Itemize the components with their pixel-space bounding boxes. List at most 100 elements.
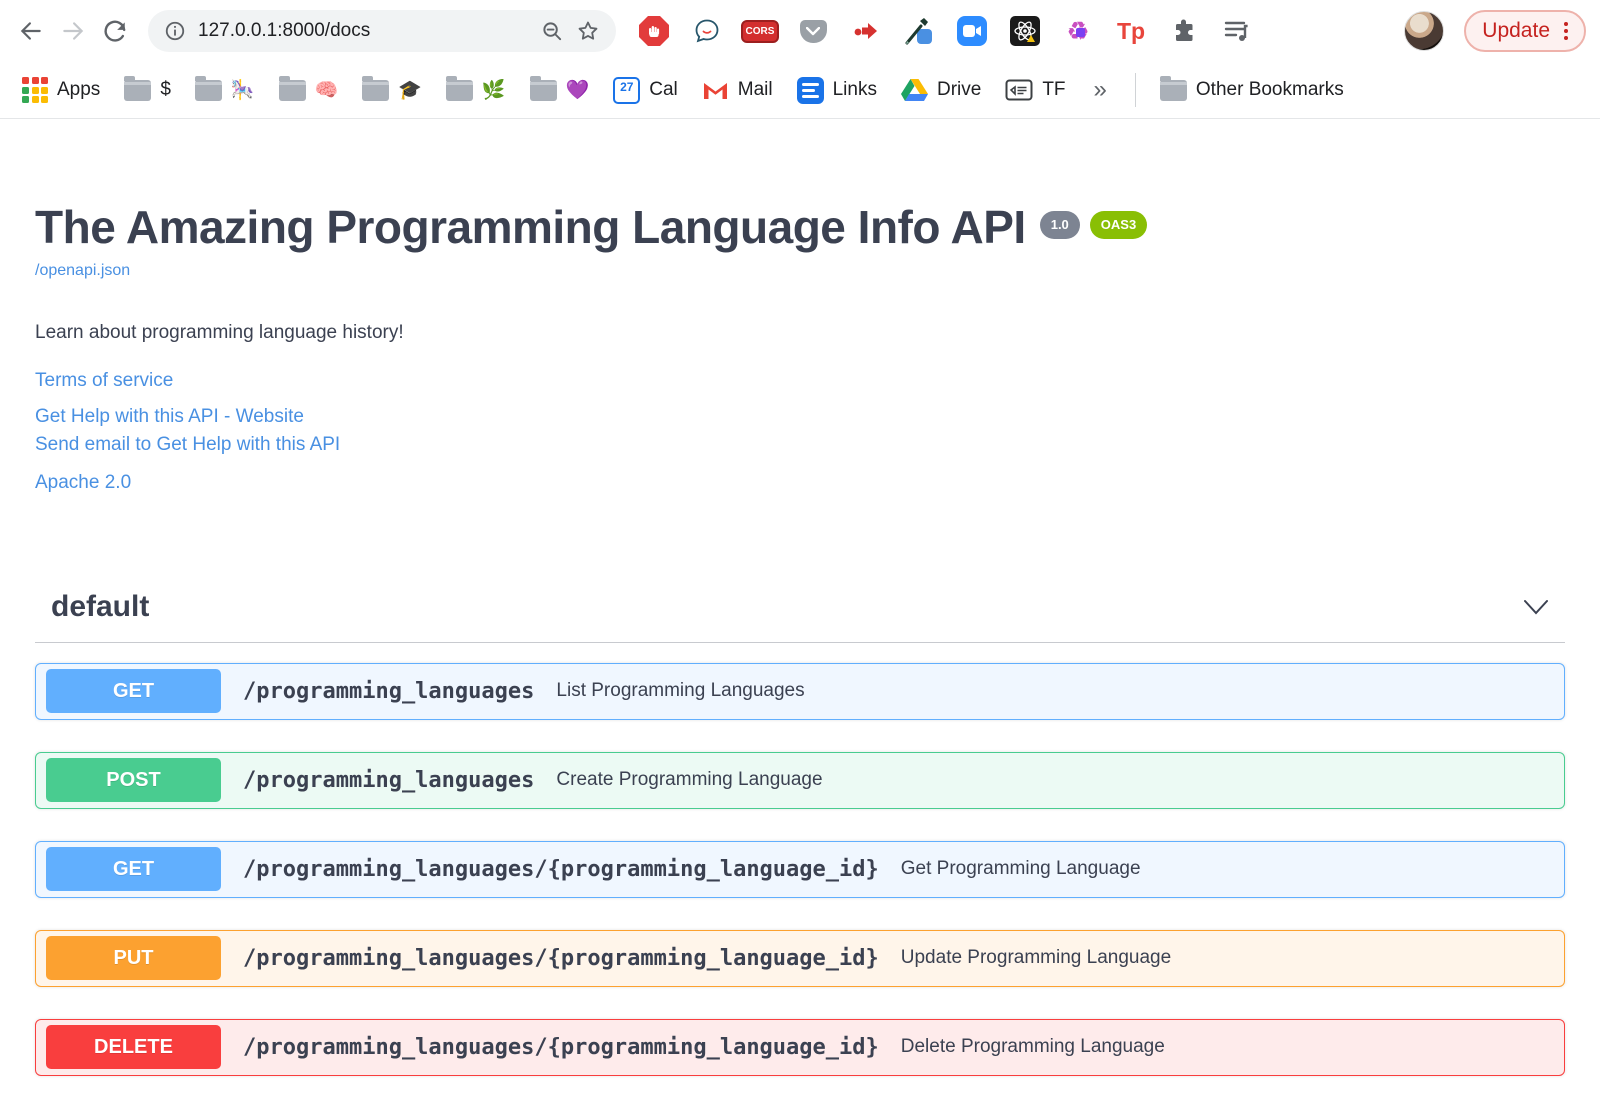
adblock-extension-icon[interactable] bbox=[638, 15, 670, 47]
eyedropper-extension-icon[interactable] bbox=[903, 15, 935, 47]
bookmark-folder-carousel[interactable]: 🎠 bbox=[189, 75, 261, 104]
license-link[interactable]: Apache 2.0 bbox=[35, 472, 1565, 494]
openapi-json-link[interactable]: /openapi.json bbox=[35, 262, 130, 280]
playlist-extension-icon[interactable] bbox=[1221, 15, 1253, 47]
bookmark-label: 🌿 bbox=[481, 80, 506, 101]
share-arrow-icon bbox=[854, 23, 877, 39]
cors-badge: CORS bbox=[740, 19, 780, 43]
bookmark-links[interactable]: Links bbox=[791, 75, 883, 106]
api-description: Learn about programming language history… bbox=[35, 321, 404, 343]
browser-menu-icon[interactable] bbox=[1564, 22, 1568, 40]
reload-icon bbox=[104, 20, 126, 42]
operation-row[interactable]: PUT /programming_languages/{programming_… bbox=[35, 929, 1565, 987]
zoom-extension-icon[interactable] bbox=[956, 15, 988, 47]
playlist-music-icon bbox=[1224, 21, 1248, 41]
folder-icon bbox=[445, 75, 473, 101]
react-devtools-extension-icon[interactable] bbox=[1009, 15, 1041, 47]
profile-avatar[interactable] bbox=[1404, 11, 1445, 51]
extension-icons: CORS ♻ Tp bbox=[638, 15, 1386, 47]
pocket-icon bbox=[799, 19, 827, 43]
operation-row[interactable]: POST /programming_languages Create Progr… bbox=[35, 751, 1565, 809]
folder-icon bbox=[124, 75, 152, 101]
endpoint-summary: List Programming Languages bbox=[556, 680, 805, 702]
recycle-flower-icon: ♻ bbox=[1066, 18, 1089, 44]
other-bookmarks[interactable]: Other Bookmarks bbox=[1154, 75, 1350, 103]
endpoint-path: /programming_languages/{programming_lang… bbox=[243, 945, 879, 971]
api-header: The Amazing Programming Language Info AP… bbox=[35, 201, 1565, 254]
gmail-icon bbox=[703, 82, 727, 99]
bookmark-label: Mail bbox=[737, 79, 773, 100]
method-badge[interactable]: GET bbox=[46, 847, 221, 892]
page-info-icon[interactable] bbox=[164, 20, 186, 42]
operation-row[interactable]: GET /programming_languages/{programming_… bbox=[35, 840, 1565, 898]
tp-extension-icon[interactable]: Tp bbox=[1115, 15, 1147, 47]
react-atom-icon bbox=[1010, 16, 1040, 46]
folder-icon bbox=[362, 75, 390, 101]
calendar-icon: 27 bbox=[613, 76, 641, 104]
cors-extension-icon[interactable]: CORS bbox=[740, 15, 780, 47]
method-badge[interactable]: POST bbox=[46, 758, 221, 803]
endpoint-summary: Get Programming Language bbox=[900, 858, 1141, 880]
bookmark-folder-herb[interactable]: 🌿 bbox=[440, 75, 512, 104]
bookmarks-overflow-button[interactable]: » bbox=[1084, 76, 1117, 104]
endpoint-summary: Delete Programming Language bbox=[900, 1036, 1165, 1058]
bookmark-apps[interactable]: Apps bbox=[16, 75, 106, 105]
back-button[interactable] bbox=[14, 14, 48, 48]
eyedropper-icon bbox=[905, 18, 932, 45]
bookmark-folder-brain[interactable]: 🧠 bbox=[273, 75, 345, 104]
back-arrow-icon bbox=[20, 22, 41, 40]
terms-of-service-link[interactable]: Terms of service bbox=[35, 370, 1565, 392]
swagger-page: The Amazing Programming Language Info AP… bbox=[0, 201, 1600, 1076]
operation-row[interactable]: GET /programming_languages List Programm… bbox=[35, 662, 1565, 720]
stop-hand-icon bbox=[639, 16, 669, 46]
api-badges: 1.0 OAS3 bbox=[1039, 211, 1148, 240]
reload-button[interactable] bbox=[98, 14, 132, 48]
update-button[interactable]: Update bbox=[1464, 10, 1586, 52]
folder-icon bbox=[194, 75, 222, 101]
operations-list: GET /programming_languages List Programm… bbox=[35, 662, 1565, 1076]
tf-card-icon bbox=[1005, 79, 1033, 101]
bookmark-folder-education[interactable]: 🎓 bbox=[356, 75, 428, 104]
recycle-extension-icon[interactable]: ♻ bbox=[1062, 15, 1094, 47]
endpoint-path: /programming_languages/{programming_lang… bbox=[243, 856, 879, 882]
method-badge[interactable]: PUT bbox=[46, 936, 221, 981]
chat-bubble-icon bbox=[695, 19, 719, 43]
bookmark-label: Cal bbox=[649, 79, 678, 100]
bookmark-drive[interactable]: Drive bbox=[895, 76, 987, 104]
url-text[interactable]: 127.0.0.1:8000/docs bbox=[198, 20, 529, 42]
method-badge[interactable]: GET bbox=[46, 669, 221, 714]
endpoint-path: /programming_languages bbox=[243, 767, 535, 793]
endpoint-path: /programming_languages bbox=[243, 678, 535, 704]
operation-row[interactable]: DELETE /programming_languages/{programmi… bbox=[35, 1018, 1565, 1076]
bookmark-calendar[interactable]: 27 Cal bbox=[607, 75, 684, 106]
endpoint-path: /programming_languages/{programming_lang… bbox=[243, 1034, 879, 1060]
bookmark-folder-money[interactable]: $ bbox=[118, 75, 177, 103]
browser-toolbar: 127.0.0.1:8000/docs CORS Tp Update bbox=[0, 0, 1600, 62]
zoom-out-icon[interactable] bbox=[541, 20, 564, 43]
forward-button[interactable] bbox=[56, 14, 90, 48]
oas3-badge: OAS3 bbox=[1089, 211, 1148, 240]
bookmark-tf[interactable]: TF bbox=[999, 77, 1071, 103]
url-bar[interactable]: 127.0.0.1:8000/docs bbox=[148, 10, 616, 52]
help-email-link[interactable]: Send email to Get Help with this API bbox=[35, 434, 1565, 456]
pocket-extension-icon[interactable] bbox=[797, 15, 829, 47]
bookmark-star-icon[interactable] bbox=[576, 19, 600, 43]
endpoint-summary: Create Programming Language bbox=[556, 769, 823, 791]
help-website-link[interactable]: Get Help with this API - Website bbox=[35, 406, 1565, 428]
bookmark-mail[interactable]: Mail bbox=[696, 77, 779, 103]
method-badge[interactable]: DELETE bbox=[46, 1025, 221, 1070]
tag-section-header[interactable]: default bbox=[35, 590, 1565, 643]
extensions-menu-button[interactable] bbox=[1168, 15, 1200, 47]
endpoint-summary: Update Programming Language bbox=[900, 947, 1172, 969]
bookmark-label: Apps bbox=[57, 79, 101, 100]
bookmark-label: Other Bookmarks bbox=[1195, 79, 1344, 100]
update-label: Update bbox=[1482, 19, 1550, 42]
share-arrow-extension-icon[interactable] bbox=[850, 15, 882, 47]
bookmarks-bar: Apps $ 🎠 🧠 🎓 🌿 💜 27 Cal Mail Links Drive bbox=[0, 62, 1600, 119]
tp-logo: Tp bbox=[1116, 17, 1146, 44]
tag-section-title: default bbox=[51, 589, 150, 623]
bookmarks-divider bbox=[1134, 73, 1136, 107]
chevron-down-icon[interactable] bbox=[1523, 599, 1549, 615]
chat-bubble-extension-icon[interactable] bbox=[691, 15, 723, 47]
bookmark-folder-heart[interactable]: 💜 bbox=[524, 75, 596, 104]
